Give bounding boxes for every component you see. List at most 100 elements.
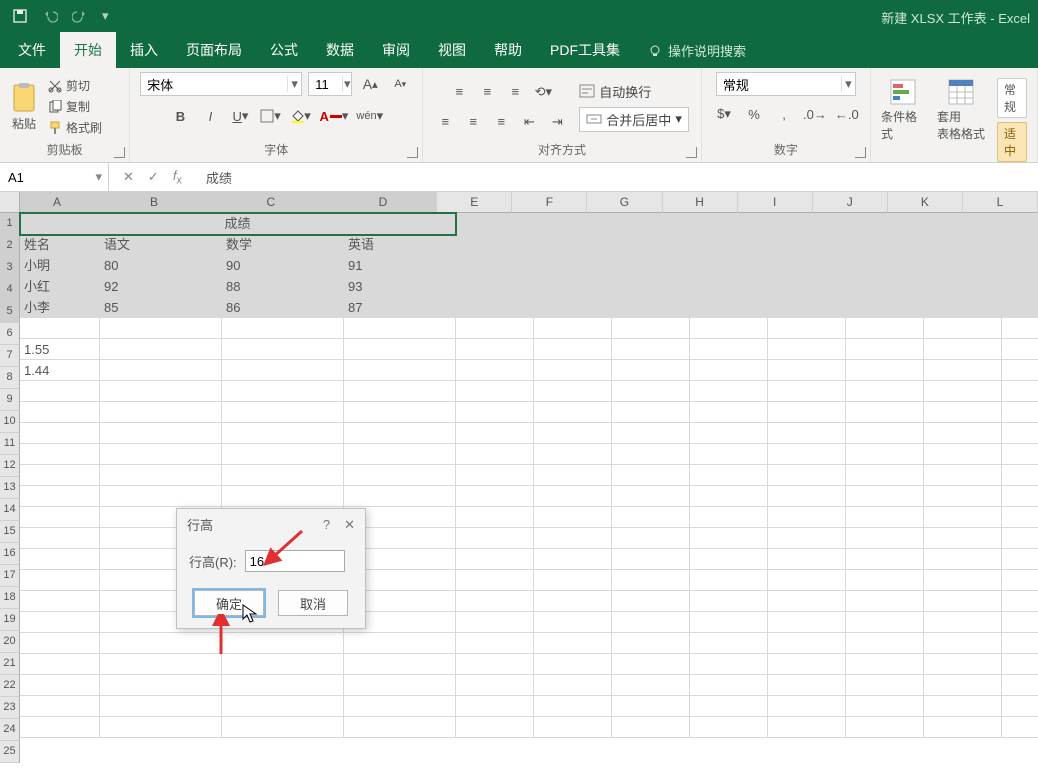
row-header[interactable]: 10	[0, 411, 20, 433]
col-header-L[interactable]: L	[963, 192, 1038, 213]
merge-center-button[interactable]: 合并后居中 ▾	[579, 107, 689, 132]
cell[interactable]	[690, 654, 768, 675]
cell[interactable]	[612, 318, 690, 339]
cell[interactable]	[456, 675, 534, 696]
cell[interactable]: 成绩	[20, 213, 456, 234]
cell[interactable]: 语文	[100, 234, 222, 255]
cell[interactable]	[456, 696, 534, 717]
row-header[interactable]: 15	[0, 521, 20, 543]
cell[interactable]	[924, 717, 1002, 738]
cell[interactable]: 小李	[20, 297, 100, 318]
cell[interactable]	[768, 423, 846, 444]
cell[interactable]	[344, 444, 456, 465]
cell[interactable]	[534, 633, 612, 654]
cell[interactable]	[20, 696, 100, 717]
cell[interactable]	[924, 255, 1002, 276]
col-header-J[interactable]: J	[813, 192, 888, 213]
cell[interactable]	[456, 612, 534, 633]
cell[interactable]	[1002, 696, 1038, 717]
help-icon[interactable]: ?	[323, 517, 330, 533]
cell[interactable]	[690, 486, 768, 507]
cell[interactable]	[222, 318, 344, 339]
cell[interactable]	[924, 507, 1002, 528]
cell[interactable]	[846, 423, 924, 444]
cell[interactable]	[1002, 570, 1038, 591]
cell[interactable]	[456, 633, 534, 654]
cell[interactable]	[768, 465, 846, 486]
cell[interactable]	[924, 318, 1002, 339]
row-header[interactable]: 18	[0, 587, 20, 609]
row-header[interactable]: 14	[0, 499, 20, 521]
cell[interactable]	[768, 675, 846, 696]
cell[interactable]	[690, 297, 768, 318]
row-header[interactable]: 23	[0, 697, 20, 719]
ok-button[interactable]: 确定	[194, 590, 264, 616]
cell[interactable]	[1002, 465, 1038, 486]
cell[interactable]	[20, 612, 100, 633]
cell[interactable]	[456, 297, 534, 318]
cell[interactable]	[690, 444, 768, 465]
cell[interactable]	[534, 402, 612, 423]
cell[interactable]	[534, 486, 612, 507]
close-icon[interactable]: ✕	[344, 517, 355, 533]
cell[interactable]	[924, 696, 1002, 717]
cell[interactable]	[924, 591, 1002, 612]
indent-increase-icon[interactable]: ⇥	[545, 110, 569, 134]
cell[interactable]	[1002, 213, 1038, 234]
cell[interactable]	[768, 486, 846, 507]
cell[interactable]	[20, 654, 100, 675]
paste-button[interactable]: 粘贴	[10, 81, 38, 132]
cell[interactable]	[456, 276, 534, 297]
row-header[interactable]: 2	[0, 235, 20, 257]
cell[interactable]	[924, 213, 1002, 234]
cell[interactable]	[612, 381, 690, 402]
clipboard-launcher[interactable]	[114, 147, 125, 158]
cell[interactable]: 91	[344, 255, 456, 276]
cell[interactable]	[846, 276, 924, 297]
cell[interactable]	[1002, 339, 1038, 360]
align-launcher[interactable]	[686, 147, 697, 158]
row-header[interactable]: 11	[0, 433, 20, 455]
cell[interactable]	[344, 318, 456, 339]
cell[interactable]	[612, 423, 690, 444]
row-header[interactable]: 19	[0, 609, 20, 631]
row-header[interactable]: 24	[0, 719, 20, 741]
cell[interactable]	[690, 255, 768, 276]
format-painter-button[interactable]: 格式刷	[48, 119, 102, 136]
percent-icon[interactable]: %	[742, 102, 766, 126]
cell[interactable]	[690, 570, 768, 591]
font-name-combo[interactable]: ▾	[140, 72, 302, 96]
font-color-button[interactable]: A▾	[318, 104, 349, 128]
cell[interactable]	[456, 570, 534, 591]
cell[interactable]	[100, 675, 222, 696]
col-header-I[interactable]: I	[738, 192, 813, 213]
cell[interactable]	[456, 507, 534, 528]
align-center-icon[interactable]: ≡	[461, 110, 485, 134]
wrap-text-button[interactable]: 自动换行	[579, 82, 689, 101]
cell[interactable]	[456, 339, 534, 360]
cell[interactable]	[612, 402, 690, 423]
redo-icon[interactable]	[72, 8, 88, 24]
cell[interactable]	[534, 423, 612, 444]
cell[interactable]	[612, 444, 690, 465]
cell[interactable]: 数学	[222, 234, 344, 255]
name-box[interactable]: ▾	[0, 163, 109, 191]
decrease-font-icon[interactable]: A▾	[388, 72, 412, 96]
cell[interactable]	[1002, 318, 1038, 339]
cell[interactable]	[612, 654, 690, 675]
cell[interactable]	[768, 633, 846, 654]
cancel-edit-icon[interactable]: ✕	[123, 169, 134, 185]
cell[interactable]	[222, 717, 344, 738]
cell[interactable]	[456, 423, 534, 444]
cell[interactable]	[534, 696, 612, 717]
cell[interactable]	[690, 381, 768, 402]
row-header[interactable]: 16	[0, 543, 20, 565]
cell[interactable]	[456, 381, 534, 402]
cell[interactable]	[690, 402, 768, 423]
cell[interactable]	[768, 528, 846, 549]
orientation-icon[interactable]: ⟲▾	[531, 80, 555, 104]
cell[interactable]	[846, 360, 924, 381]
cell[interactable]	[846, 339, 924, 360]
tab-file[interactable]: 文件	[4, 32, 60, 68]
tell-me[interactable]: 操作说明搜索	[634, 33, 760, 68]
